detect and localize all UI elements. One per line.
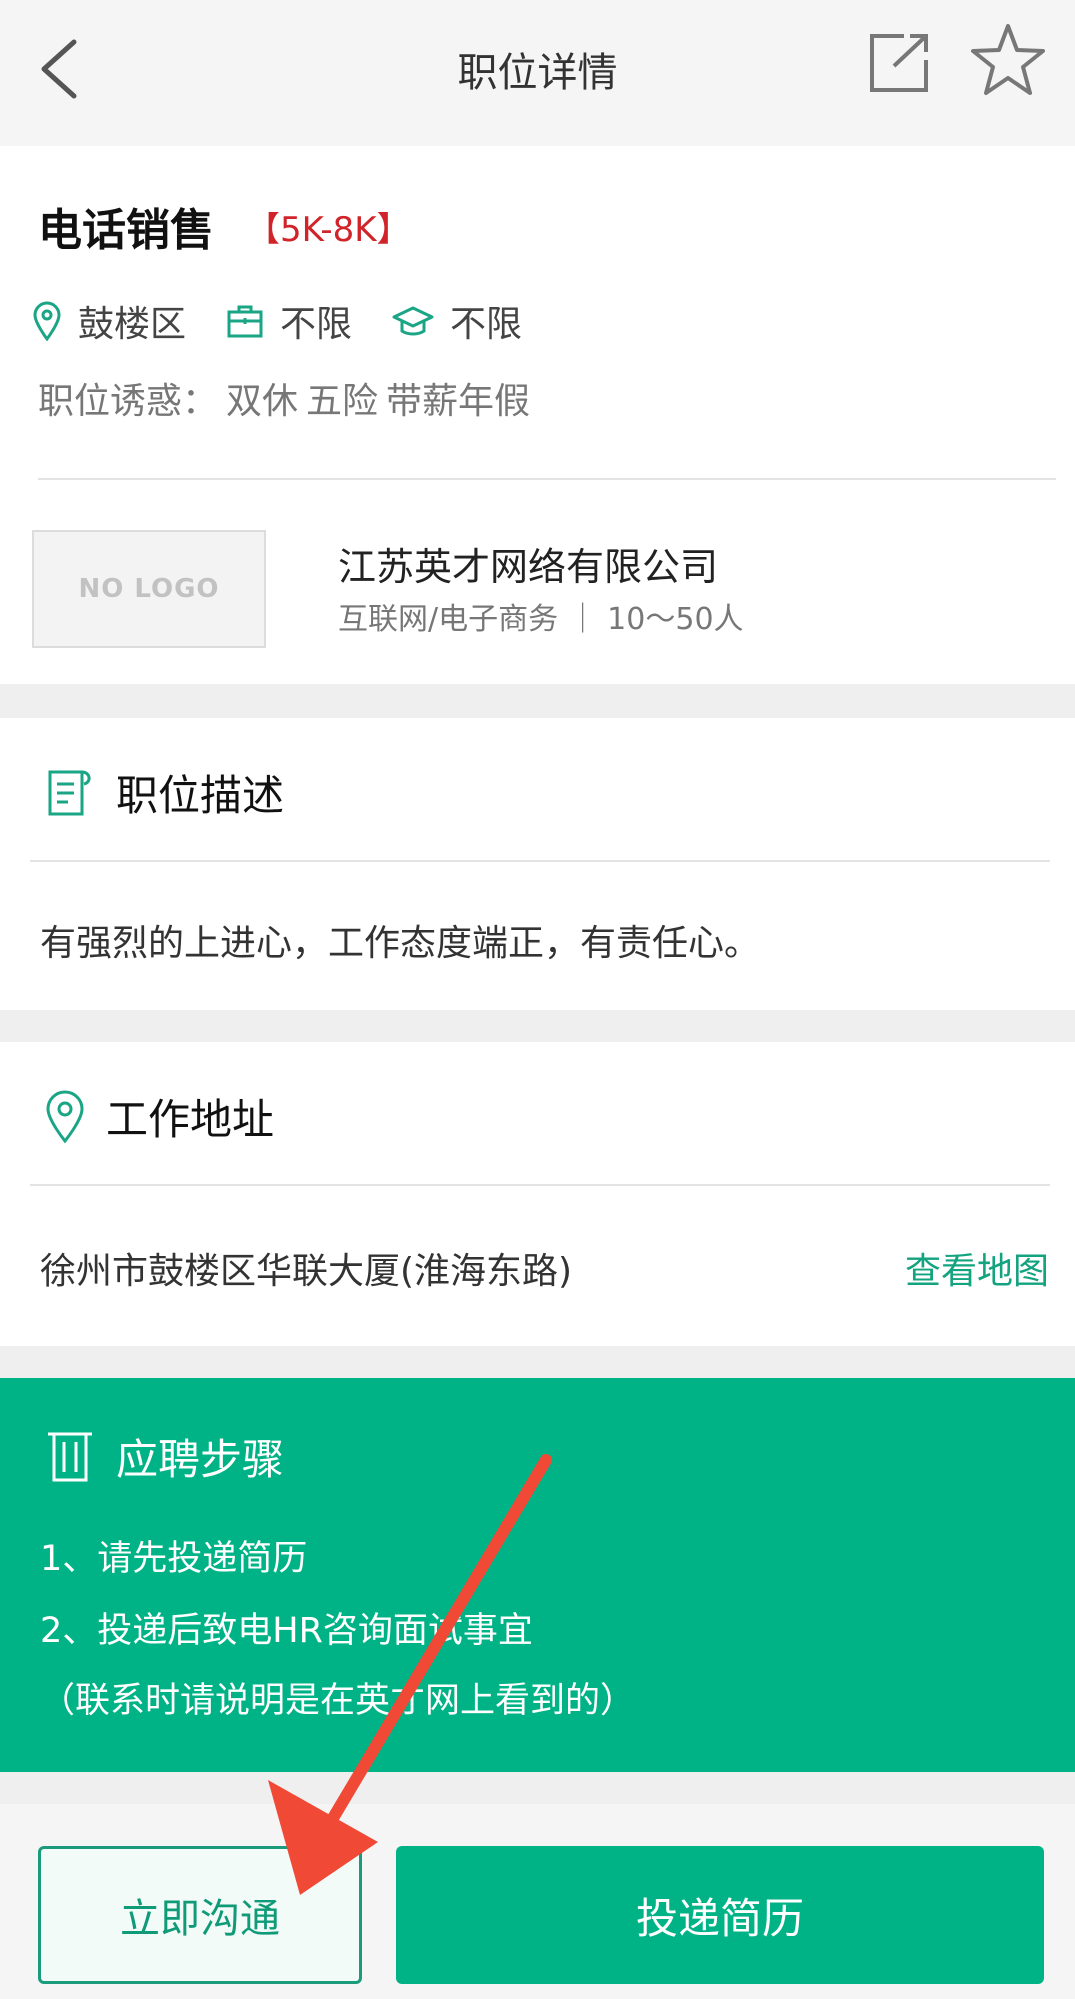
education-meta: 不限 <box>392 295 522 347</box>
company-info: 互联网/电子商务 ｜ 10～50人 <box>338 602 744 637</box>
company-logo-placeholder[interactable]: NO LOGO <box>32 530 266 648</box>
step-line: （联系时请说明是在英才网上看到的） <box>40 1681 636 1721</box>
location-meta: 鼓楼区 <box>32 295 186 347</box>
top-bar: 职位详情 <box>0 0 1075 146</box>
address-text: 徐州市鼓楼区华联大厦(淮海东路) <box>40 1251 573 1292</box>
graduation-cap-icon <box>392 306 434 336</box>
job-card: 电话销售 【5K-8K】 鼓楼区 不限 不限 职位诱惑：双休五险带薪年假 <box>0 146 1075 684</box>
view-map-link[interactable]: 查看地图 <box>905 1242 1049 1294</box>
location-pin-icon <box>33 301 61 341</box>
divider <box>30 860 1050 862</box>
step-line: 1、请先投递简历 <box>40 1539 308 1579</box>
bottom-action-bar: 立即沟通 投递简历 <box>0 1804 1075 1999</box>
address-section: 工作地址 徐州市鼓楼区华联大厦(淮海东路) 查看地图 <box>0 1042 1075 1346</box>
education-text: 不限 <box>450 304 523 345</box>
share-icon[interactable] <box>864 26 936 98</box>
clipboard-icon <box>48 1432 92 1481</box>
perks-label: 职位诱惑： <box>38 381 219 422</box>
location-pin-icon <box>46 1090 84 1143</box>
description-section: 职位描述 有强烈的上进心，工作态度端正，有责任心。 <box>0 718 1075 1010</box>
perk-item: 双休 <box>226 381 299 422</box>
perk-item: 五险 <box>306 381 379 422</box>
job-title: 电话销售 <box>38 205 214 256</box>
salary-range: 【5K-8K】 <box>246 210 411 250</box>
document-icon <box>48 770 91 815</box>
steps-heading-text: 应聘步骤 <box>116 1435 285 1484</box>
divider <box>38 478 1056 480</box>
description-text: 有强烈的上进心，工作态度端正，有责任心。 <box>40 923 761 964</box>
description-heading: 职位描述 <box>44 762 284 823</box>
experience-text: 不限 <box>280 304 353 345</box>
divider <box>30 1184 1050 1186</box>
application-steps-section: 应聘步骤 1、请先投递简历 2、投递后致电HR咨询面试事宜 （联系时请说明是在英… <box>0 1378 1075 1772</box>
address-heading-text: 工作地址 <box>106 1095 275 1144</box>
perk-item: 带薪年假 <box>386 381 531 422</box>
company-name[interactable]: 江苏英才网络有限公司 <box>338 536 718 591</box>
briefcase-icon <box>227 305 263 338</box>
favorite-star-icon[interactable] <box>968 20 1048 100</box>
chat-now-button[interactable]: 立即沟通 <box>38 1846 362 1984</box>
steps-heading: 应聘步骤 <box>44 1426 284 1487</box>
location-text: 鼓楼区 <box>78 304 187 345</box>
step-line: 2、投递后致电HR咨询面试事宜 <box>40 1611 533 1651</box>
job-perks: 职位诱惑： 双休 五险 带薪年假 <box>38 372 538 424</box>
submit-resume-button[interactable]: 投递简历 <box>396 1846 1044 1984</box>
job-meta: 鼓楼区 不限 不限 <box>32 296 562 346</box>
description-heading-text: 职位描述 <box>116 771 285 820</box>
experience-meta: 不限 <box>226 295 352 347</box>
address-heading: 工作地址 <box>44 1086 274 1147</box>
